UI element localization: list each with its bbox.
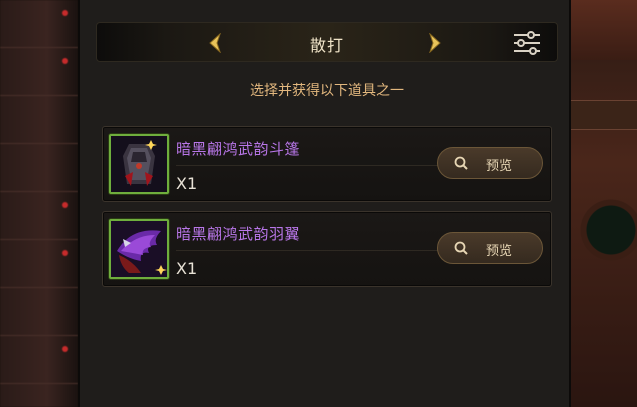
bg-notification-dot [62,346,68,352]
bg-menu-item [0,192,78,240]
cloak-icon [111,136,167,192]
mode-title: 散打 [309,36,344,55]
mode-selector-bar: 散打 [96,22,558,62]
filter-settings-button[interactable] [511,29,543,57]
bg-band [571,100,637,130]
bg-menu-item [0,240,78,288]
preview-button-label: 预览 [486,158,513,173]
bg-notification-dot [62,202,68,208]
bg-menu-item [0,96,78,144]
prev-mode-button[interactable] [205,30,225,56]
selection-instruction: 选择并获得以下道具之一 [250,83,404,99]
next-mode-button[interactable] [425,30,445,56]
bg-menu-item [0,48,78,96]
search-icon [454,241,468,255]
preview-button[interactable]: 预览 [437,232,543,264]
bg-notification-dot [62,10,68,16]
wings-icon [111,221,167,277]
bg-menu-item [0,144,78,192]
sliders-icon [514,31,540,55]
bg-sign [571,0,637,60]
chevron-left-icon [209,33,221,53]
item-name: 暗黑翩鸿武韵羽翼 [176,225,301,243]
search-icon [454,156,468,170]
background-right-scene [571,0,637,407]
bg-menu-item [0,0,78,48]
item-name: 暗黑翩鸿武韵斗篷 [176,140,301,158]
reward-item-row: 暗黑翩鸿武韵斗篷 X1 预览 [102,126,552,202]
bg-menu-item [0,288,78,336]
chevron-right-icon [429,33,441,53]
item-icon-frame [109,134,169,194]
background-left-menu [0,0,78,407]
preview-button[interactable]: 预览 [437,147,543,179]
item-icon-frame [109,219,169,279]
reward-item-row: 暗黑翩鸿武韵羽翼 X1 预览 [102,211,552,287]
bg-menu-item [0,336,78,384]
bg-notification-dot [62,250,68,256]
item-quantity: X1 [176,174,198,193]
preview-button-label: 预览 [486,243,513,258]
item-quantity: X1 [176,259,198,278]
item-selection-panel: 散打 选择并获得以下道具之一 暗黑翩鸿武韵斗篷 X1 预览 暗黑翩鸿武韵羽翼 X… [78,0,571,407]
bg-notification-dot [62,58,68,64]
